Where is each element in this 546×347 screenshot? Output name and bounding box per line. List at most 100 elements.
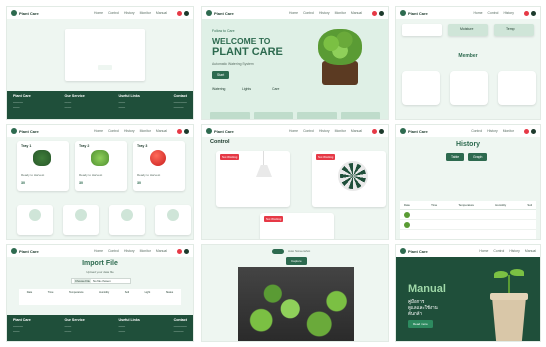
file-input[interactable]: Choose File No file chosen — [71, 278, 131, 284]
logo[interactable]: Plant Care — [400, 128, 428, 134]
trays-panel: Plant Care Home Control History Monitor Manu… — [6, 124, 194, 240]
lamp-card[interactable]: Not Working Lamp — [216, 151, 290, 207]
member-title: Member — [458, 53, 478, 59]
nav-home[interactable]: Home — [94, 129, 103, 133]
start-button[interactable]: Start — [212, 71, 230, 79]
camera-panel: Auto Screenshot Capture — [201, 244, 389, 342]
nav-history[interactable]: History — [124, 249, 135, 253]
nav-manual[interactable]: Manual — [156, 129, 167, 133]
nav-history[interactable]: History — [124, 129, 135, 133]
tray-card[interactable]: Tray 3 Ready to Harvest 30 — [133, 141, 185, 191]
nav-home[interactable]: Home — [94, 249, 103, 253]
manual-panel: Plant Care Home Control History Manual Manu… — [395, 244, 541, 342]
nav-monitor[interactable]: Monitor — [140, 129, 151, 133]
alert-icon[interactable] — [177, 128, 182, 134]
nav-control[interactable]: Control — [108, 129, 119, 133]
water-card[interactable]: Not Working Water — [260, 213, 334, 239]
navbar: Plant Care Home Control History Monitor Manu… — [7, 125, 193, 137]
nav-control[interactable]: Control — [471, 129, 482, 133]
nav-home[interactable]: Home — [289, 11, 298, 15]
member-card[interactable]: Nattapon — [498, 71, 536, 105]
logo[interactable]: Plant Care — [206, 10, 234, 16]
nav-control[interactable]: Control — [108, 11, 119, 15]
nav-home[interactable]: Home — [289, 129, 298, 133]
tray-card[interactable]: Tray 1 Ready to Harvest 30 — [17, 141, 69, 191]
user-icon[interactable] — [379, 128, 384, 134]
user-icon[interactable] — [184, 10, 189, 16]
alert-icon[interactable] — [524, 128, 529, 134]
nav-history[interactable]: History — [124, 11, 135, 15]
fan-card[interactable]: Not Working Fan — [312, 151, 386, 207]
logo[interactable]: Plant Care — [206, 128, 234, 134]
tab-table[interactable]: Table — [446, 153, 465, 161]
sensor-co2: 1200 ppm — [109, 205, 145, 235]
nav-history[interactable]: History — [319, 129, 330, 133]
username-input[interactable] — [75, 44, 135, 49]
logo[interactable]: Plant Care — [11, 128, 39, 134]
badge-location: Bangkok — [402, 24, 442, 36]
nav-control[interactable]: Control — [493, 249, 504, 253]
nav-monitor[interactable]: Monitor — [335, 11, 346, 15]
leaf-icon — [206, 128, 212, 134]
nav-control[interactable]: Control — [108, 249, 119, 253]
badge-moisture: Moisture — [448, 24, 488, 36]
nav-manual[interactable]: Manual — [156, 249, 167, 253]
user-icon[interactable] — [184, 128, 189, 134]
nav-history[interactable]: History — [509, 249, 520, 253]
alert-icon[interactable] — [372, 10, 377, 16]
user-icon[interactable] — [531, 10, 536, 16]
import-subtitle: Upload your data file — [86, 270, 114, 274]
manual-title: Manual — [408, 283, 446, 295]
nav-history[interactable]: History — [487, 129, 498, 133]
manual-line-3: ต้นกล้า — [408, 311, 423, 316]
read-more-button[interactable]: Read more — [408, 320, 433, 328]
nav-monitor[interactable]: Monitor — [140, 249, 151, 253]
tray-card[interactable]: Tray 2 Ready to Harvest 30 — [75, 141, 127, 191]
stat-lights: Lights — [242, 87, 252, 91]
logo[interactable]: Plant Care — [400, 248, 428, 254]
leaf-icon — [400, 128, 406, 134]
nav-manual[interactable]: Manual — [351, 129, 362, 133]
sensor-humidity: 75 %RH — [63, 205, 99, 235]
nav-manual[interactable]: Manual — [156, 11, 167, 15]
nav-control[interactable]: Control — [488, 11, 499, 15]
avatar — [463, 77, 475, 89]
nav-history[interactable]: History — [319, 11, 330, 15]
nav-history[interactable]: History — [503, 11, 514, 15]
nav-monitor[interactable]: Monitor — [335, 129, 346, 133]
tab-graph[interactable]: Graph — [468, 153, 488, 161]
login-title: Login — [96, 33, 114, 39]
login-button[interactable] — [98, 65, 112, 70]
alert-icon[interactable] — [177, 10, 182, 16]
alert-icon[interactable] — [524, 10, 529, 16]
user-icon[interactable] — [184, 248, 189, 254]
nav-manual[interactable]: Manual — [525, 249, 536, 253]
lettuce-image — [91, 150, 109, 166]
auto-toggle[interactable] — [272, 249, 284, 254]
thermometer-icon — [29, 209, 41, 221]
nav-manual[interactable]: Manual — [351, 11, 362, 15]
alert-icon[interactable] — [372, 128, 377, 134]
member-card[interactable]: Siriwan — [402, 71, 440, 105]
user-icon[interactable] — [531, 128, 536, 134]
password-input[interactable] — [75, 53, 135, 58]
nav-control[interactable]: Control — [303, 129, 314, 133]
cabbage-image — [33, 150, 51, 166]
droplet-icon — [75, 209, 87, 221]
nav-monitor[interactable]: Monitor — [140, 11, 151, 15]
logo[interactable]: Plant Care — [400, 10, 428, 16]
import-table: Date Time Temperature Humidity Soil Light Stat… — [19, 289, 181, 305]
nav-home[interactable]: Home — [94, 11, 103, 15]
capture-button[interactable]: Capture — [286, 257, 307, 265]
nav-monitor[interactable]: Monitor — [503, 129, 514, 133]
alert-icon[interactable] — [177, 248, 182, 254]
logo[interactable]: Plant Care — [11, 10, 39, 16]
user-icon[interactable] — [379, 10, 384, 16]
nav-home[interactable]: Home — [473, 11, 482, 15]
logo[interactable]: Plant Care — [11, 248, 39, 254]
member-card[interactable]: Wanrawee — [450, 71, 488, 105]
import-title: Import File — [82, 260, 118, 267]
nav-home[interactable]: Home — [479, 249, 488, 253]
nav-control[interactable]: Control — [303, 11, 314, 15]
feature-strip — [202, 112, 388, 119]
